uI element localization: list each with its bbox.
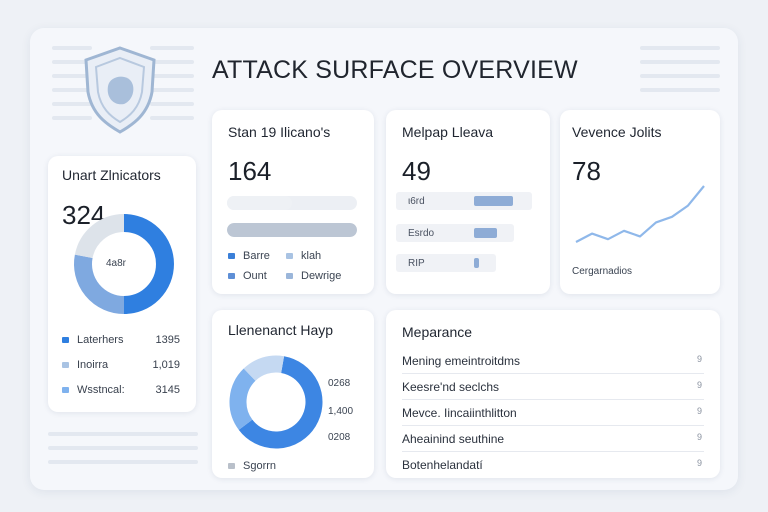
summary-card-a: Stan 19 Ilicano's 164 Barre klah Ount De… — [212, 110, 374, 294]
card-e-title: Meparance — [402, 324, 473, 340]
card-b-value: 49 — [402, 156, 431, 186]
card-d-label-3: 0208 — [328, 432, 351, 443]
card-b-row-bar — [474, 228, 497, 238]
trend-line — [575, 185, 705, 243]
list-item-value: 9 — [696, 354, 702, 364]
list-item-label: Keesre'nd seclchs — [402, 380, 500, 394]
card-c-caption: Cergarnadios — [572, 266, 633, 277]
card-a-legend-4: Dewrige — [286, 270, 341, 282]
card-a-progress-2 — [227, 223, 357, 237]
list-item-value: 9 — [696, 432, 702, 442]
card-d-label-1: 0268 — [328, 378, 351, 389]
list-item[interactable]: Aheainind seuthine 9 — [402, 426, 704, 452]
card-b-row-label: RIP — [408, 258, 425, 269]
list-item-label: Mevce. Iincaiinthlitton — [402, 406, 517, 420]
donut-card: Llenenanct Hayp 0268 1,400 0208 Sgorrn — [212, 310, 374, 478]
indicator-value: 1395 — [155, 334, 180, 346]
list-item-value: 9 — [696, 458, 702, 468]
legend-swatch — [62, 337, 69, 343]
list-item-value: 9 — [696, 406, 702, 416]
indicator-row-1: Laterhers 1395 — [62, 334, 180, 346]
decorative-text-bottomleft — [48, 432, 198, 474]
trend-line-chart — [575, 185, 705, 243]
card-a-legend-1: Barre — [228, 250, 270, 262]
list-item[interactable]: Keesre'nd seclchs 9 — [402, 374, 704, 400]
card-a-progress-1 — [227, 196, 357, 210]
card-d-label-2: 1,400 — [328, 406, 354, 417]
indicators-title: Unart Zlnicators — [62, 167, 161, 183]
indicator-label: Laterhers — [77, 334, 124, 346]
list-item[interactable]: Botenhelandatí 9 — [402, 452, 704, 478]
card-b-row-label: Esrdo — [408, 228, 435, 239]
list-item-label: Aheainind seuthine — [402, 432, 505, 446]
decorative-text-topright — [640, 46, 720, 102]
indicator-row-2: Inoirra 1,019 — [62, 359, 180, 371]
list-item[interactable]: Mening emeintroitdms 9 — [402, 348, 704, 374]
summary-card-c: Vevence Jolits 78 Cergarnadios — [560, 110, 720, 294]
card-d-donut-slice-2 — [229, 368, 256, 430]
indicator-value: 3145 — [155, 384, 180, 396]
indicators-donut-slice-1 — [123, 214, 174, 314]
card-a-value: 164 — [228, 156, 272, 186]
card-d-donut-slice-3 — [243, 355, 285, 382]
card-b-row-bar — [474, 196, 513, 206]
measures-list-card: Meparance Mening emeintroitdms 9 Keesre'nd… — [386, 310, 720, 478]
list-item-label: Botenhelandatí — [402, 458, 483, 472]
shield-icon — [84, 46, 156, 134]
card-b-title: Melpap Lleava — [402, 124, 494, 140]
donut-center-label: 4a8r — [106, 258, 127, 269]
card-a-legend-2: klah — [286, 250, 321, 262]
card-d-donut-chart — [229, 355, 323, 449]
card-b-row-bar — [474, 258, 479, 268]
indicators-donut-slice-3 — [74, 214, 125, 259]
list-item-value: 9 — [696, 380, 702, 390]
indicator-label: Inoirra — [77, 359, 109, 371]
indicator-value: 1,019 — [152, 359, 180, 371]
summary-card-b: Melpap Lleava 49 ι6rd Esrdo RIP — [386, 110, 550, 294]
list-item[interactable]: Mevce. Iincaiinthlitton 9 — [402, 400, 704, 426]
card-b-row-label: ι6rd — [408, 196, 425, 207]
card-d-title: Llenenanct Hayp — [228, 322, 334, 338]
card-d-legend: Sgorrn — [228, 460, 276, 472]
indicator-row-3: Wsstncal: 3145 — [62, 384, 180, 396]
card-a-legend-3: Ount — [228, 270, 267, 282]
indicators-card: Unart Zlnicators 324 4a8r Laterhers 1395… — [48, 156, 196, 412]
list-item-label: Mening emeintroitdms — [402, 354, 521, 368]
legend-swatch — [62, 387, 69, 393]
card-c-title: Vevence Jolits — [572, 124, 662, 140]
page-title: ATTACK SURFACE OVERVIEW — [212, 56, 578, 84]
legend-swatch — [62, 362, 69, 368]
indicator-label: Wsstncal: — [77, 384, 125, 396]
card-a-title: Stan 19 Ilicano's — [228, 124, 331, 140]
